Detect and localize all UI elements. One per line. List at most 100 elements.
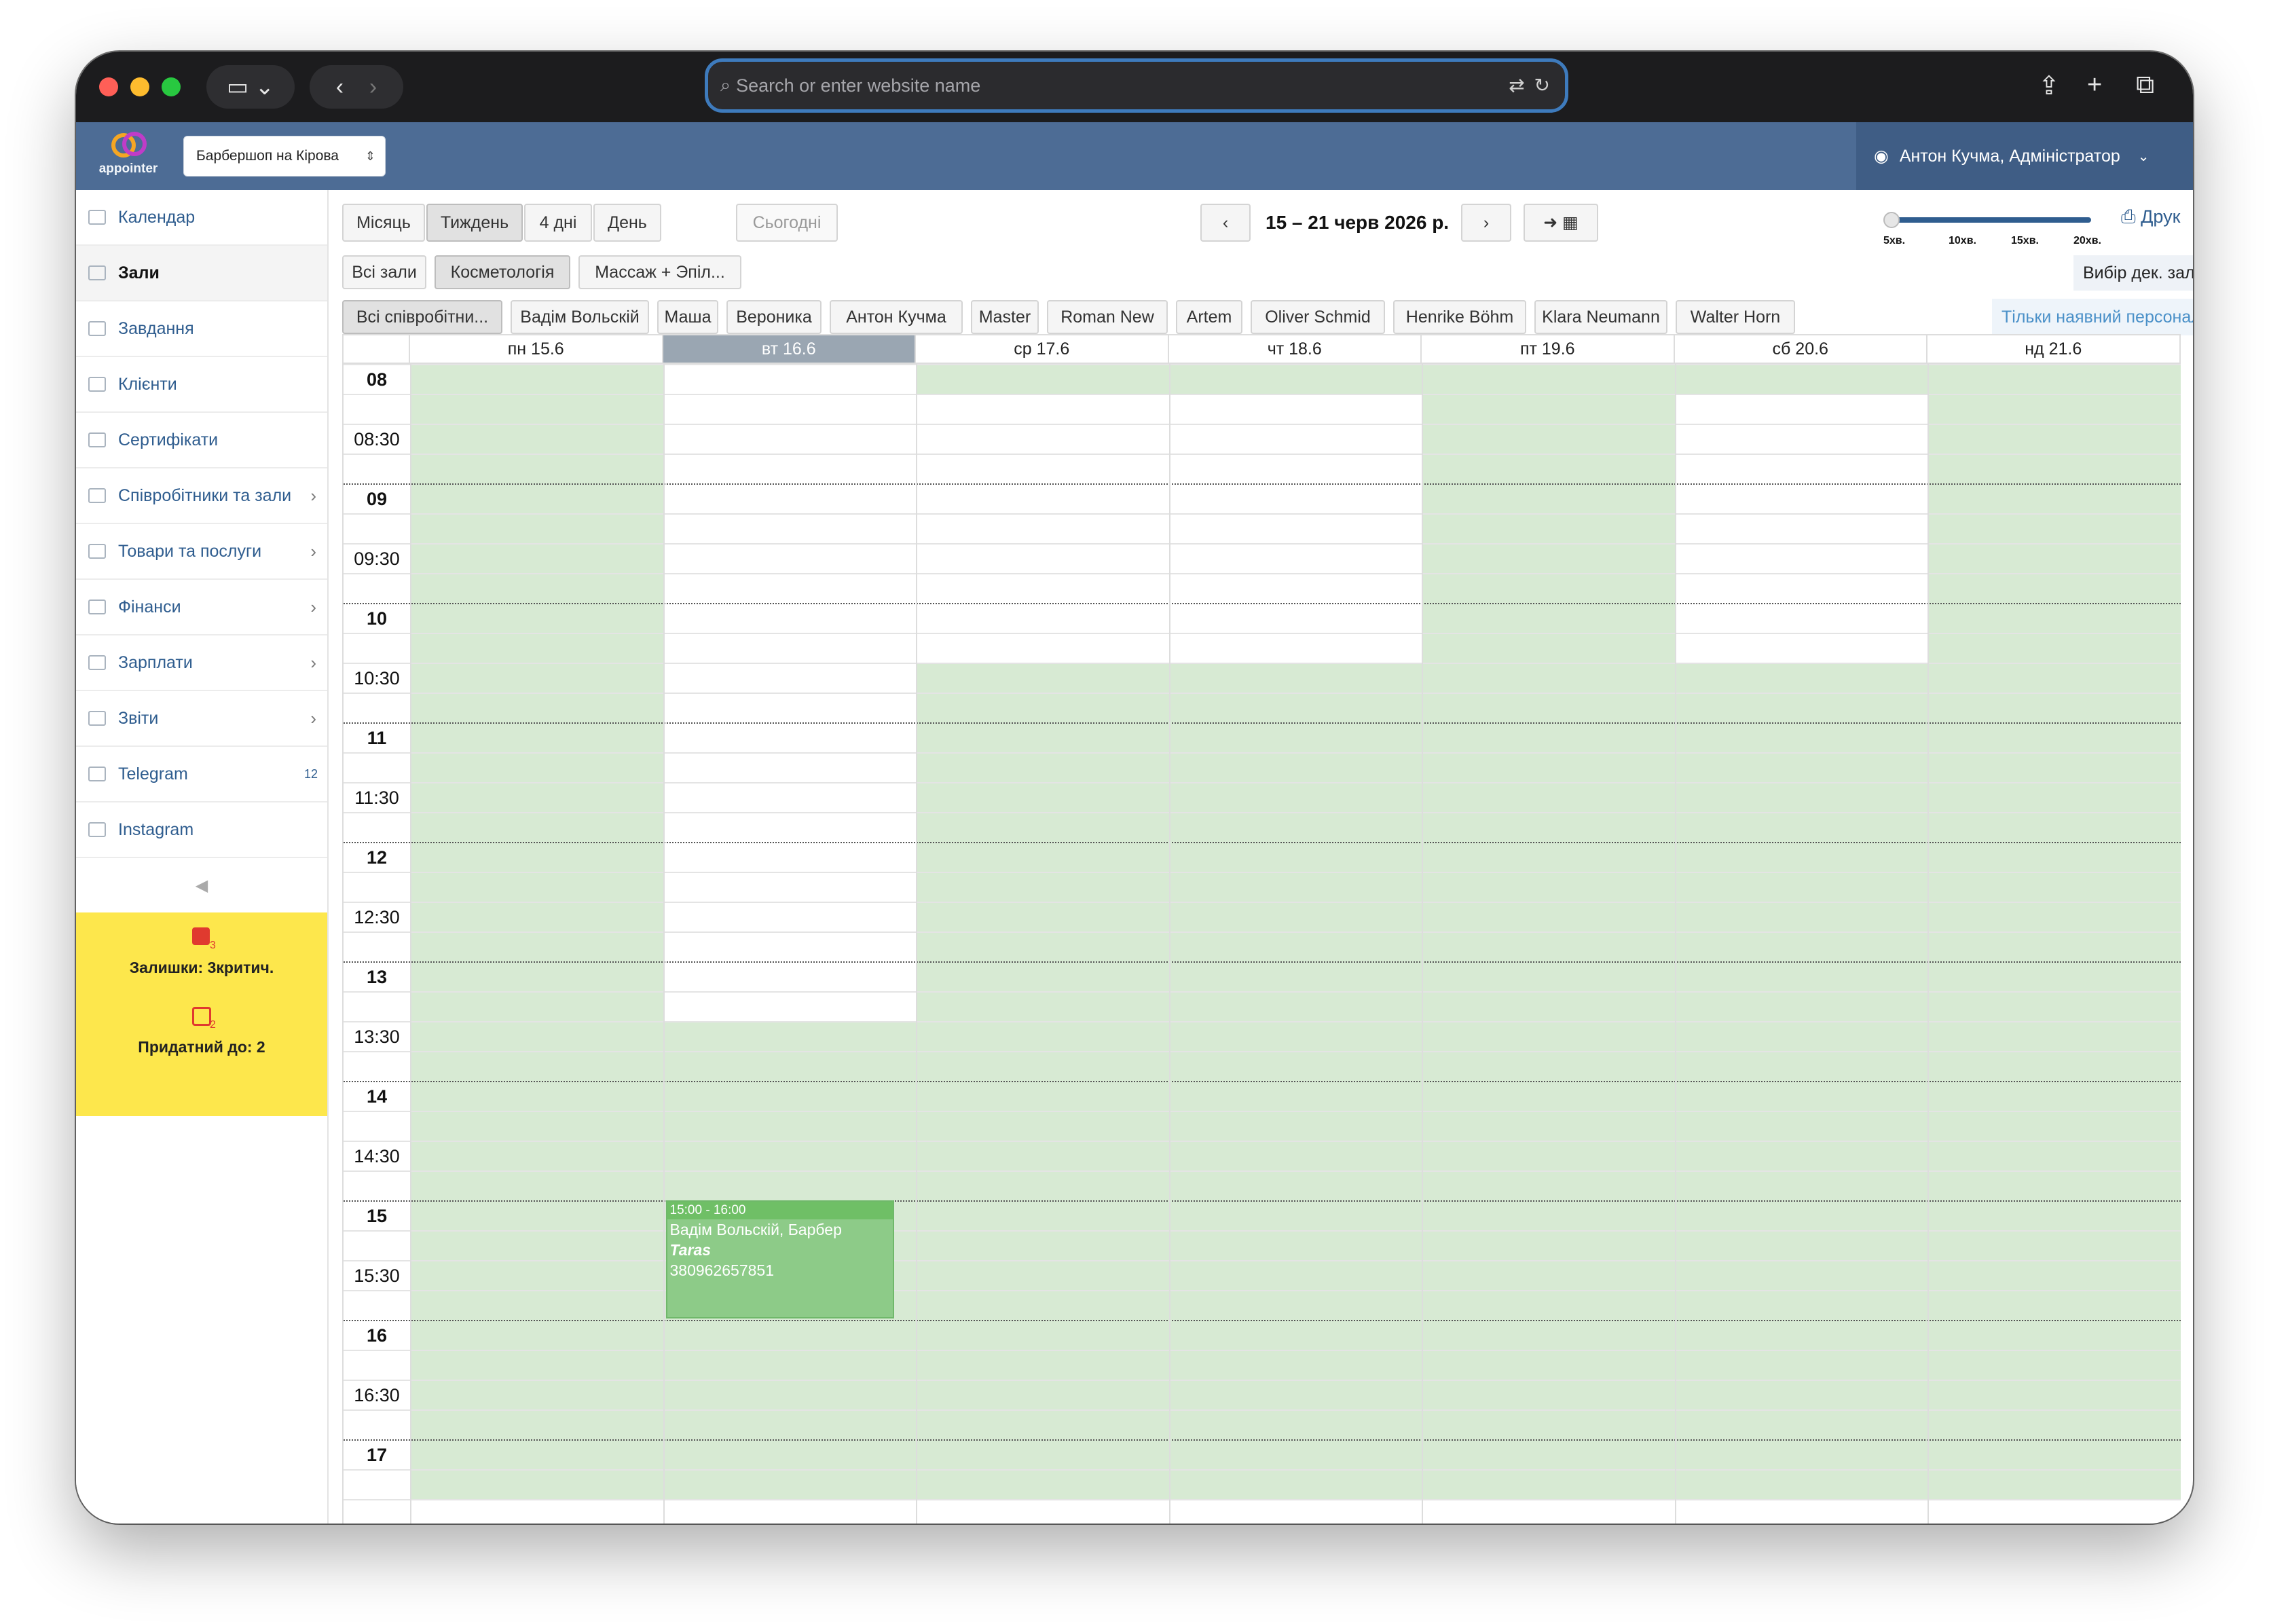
sidebar-item-2[interactable]: Завдання [76,301,327,357]
sidebar-item-6[interactable]: Товари та послуги › [76,524,327,580]
collapse-sidebar-button[interactable]: ◀ [76,858,327,912]
stock-alert-icon[interactable]: 3 [188,925,216,952]
slot-line [344,1409,2181,1411]
slot-line [344,394,2181,395]
tabs-overview-icon[interactable]: ⧉ [2136,71,2154,100]
staff-filter-8[interactable]: Oliver Schmid [1251,300,1385,334]
staff-filter-5[interactable]: Master [971,300,1039,334]
time-label: 17 [366,1445,388,1465]
hall-filter-0[interactable]: Всі зали [342,255,426,289]
day-header[interactable]: ср 17.6 [916,335,1169,364]
view-tab-0[interactable]: Місяць [342,204,425,242]
slot-line [344,991,2181,993]
slot-line [344,961,2181,963]
staff-filter-6[interactable]: Roman New [1047,300,1168,334]
user-icon: ◉ [1874,147,1889,166]
day-header[interactable]: пн 15.6 [410,335,663,364]
user-menu[interactable]: ◉ Антон Кучма, Адміністратор ⌄ [1856,122,2193,190]
print-button[interactable]: ⎙ Друк [2121,206,2180,228]
today-button[interactable]: Сьогодні [736,204,838,242]
event-staff: Вадім Вольскій, Барбер [669,1221,842,1238]
sidebar: Календар Зали Завдання Клієнти Сертифікати Сп… [76,190,329,1524]
staff-filter-10[interactable]: Klara Neumann [1534,300,1667,334]
sidebar-item-8[interactable]: Зарплати › [76,635,327,691]
expiry-alert-text[interactable]: Придатний до: 2 [76,1038,327,1056]
slot-line [344,1469,2181,1471]
sidebar-item-icon [88,210,106,225]
day-header[interactable]: вт 16.6 [663,335,916,364]
app-logo[interactable]: appointer [91,129,166,185]
go-to-date-button[interactable]: ➜ ▦ [1524,204,1598,242]
staff-filter-3[interactable]: Вероника [726,300,822,334]
appointment-event[interactable]: 15:00 - 16:00 Вадім Вольскій, Барбер Taras… [665,1200,894,1318]
new-tab-icon[interactable]: + [2087,71,2102,100]
minimize-window-icon[interactable] [130,77,149,96]
sidebar-item-label: Товари та послуги [118,541,262,561]
expiry-alert-count: 2 [210,1019,216,1031]
history-nav[interactable]: ‹ › [310,65,403,109]
sidebar-item-11[interactable]: Instagram [76,802,327,858]
hall-filter-1[interactable]: Косметологія [435,255,570,289]
translate-icon[interactable]: ⇄ [1509,74,1524,96]
slot-line [344,1200,2181,1202]
sidebar-item-icon [88,655,106,670]
staff-filter-2[interactable]: Маша [657,300,718,334]
staff-filter-11[interactable]: Walter Horn [1676,300,1795,334]
zoom-track[interactable] [1887,217,2091,223]
free-slot-block[interactable] [1674,394,1927,663]
sidebar-item-9[interactable]: Звіти › [76,691,327,747]
free-slot-block[interactable] [916,394,1169,663]
sidebar-item-label: Зали [118,263,160,282]
view-tab-3[interactable]: День [593,204,661,242]
sidebar-toggle-button[interactable]: ▭ ⌄ [206,65,295,109]
sidebar-item-icon [88,377,106,392]
zoom-window-icon[interactable] [162,77,181,96]
reload-icon[interactable]: ↻ [1534,74,1550,96]
sidebar-item-3[interactable]: Клієнти [76,357,327,413]
slot-line [344,1051,2181,1052]
sidebar-item-icon [88,321,106,336]
slot-line [344,633,2181,634]
slot-line [344,722,2181,724]
day-header[interactable]: чт 18.6 [1168,335,1422,364]
next-week-button[interactable]: › [1461,204,1511,242]
day-header[interactable]: пт 19.6 [1422,335,1675,364]
back-icon[interactable]: ‹ [336,74,344,100]
sidebar-item-0[interactable]: Календар [76,190,327,246]
slot-line [344,902,2181,903]
expiry-alert-icon[interactable]: 2 [188,1004,216,1031]
stock-alert-text[interactable]: Залишки: 3критич. [76,959,327,977]
day-header[interactable]: нд 21.6 [1927,335,2181,364]
hall-filter-2[interactable]: Массаж + Эпіл... [578,255,741,289]
staff-filter-1[interactable]: Вадім Вольскій [511,300,649,334]
staff-filter-0[interactable]: Всі співробітни... [342,300,502,334]
share-icon[interactable]: ⇪ [2038,71,2060,101]
branch-select[interactable]: Барбершоп на Кірова ⇕ [183,136,386,177]
close-window-icon[interactable] [99,77,118,96]
browser-window: ▭ ⌄ ‹ › ⌕ Search or enter website name ⇄… [76,52,2193,1524]
sidebar-item-label: Telegram [118,764,188,783]
free-slot-block[interactable] [1168,394,1422,663]
view-tab-1[interactable]: Тиждень [426,204,523,242]
sidebar-item-1[interactable]: Зали [76,246,327,301]
sidebar-item-10[interactable]: Telegram 12 [76,747,327,802]
staff-filter-4[interactable]: Антон Кучма [830,300,963,334]
staff-filter-9[interactable]: Henrike Böhm [1393,300,1526,334]
sidebar-item-icon [88,599,106,614]
only-available-toggle[interactable]: Тільки наявний персонал✓ [1992,299,2193,335]
sidebar-item-5[interactable]: Співробітники та зали › [76,468,327,524]
sidebar-item-icon [88,767,106,781]
multi-hall-toggle[interactable]: Вибір дек. залів [2073,255,2193,291]
forward-icon[interactable]: › [369,74,377,100]
sidebar-item-4[interactable]: Сертифікати [76,413,327,468]
day-divider [663,364,665,1524]
sidebar-item-7[interactable]: Фінанси › [76,580,327,635]
day-header[interactable]: сб 20.6 [1674,335,1927,364]
prev-week-button[interactable]: ‹ [1200,204,1251,242]
address-bar[interactable]: ⌕ Search or enter website name ⇄ ↻ [705,58,1568,113]
zoom-handle[interactable] [1883,212,1900,228]
staff-filter-7[interactable]: Artem [1176,300,1242,334]
sidebar-item-badge: 12 [303,767,318,781]
view-tab-2[interactable]: 4 дні [524,204,592,242]
time-label: 14 [366,1086,388,1107]
